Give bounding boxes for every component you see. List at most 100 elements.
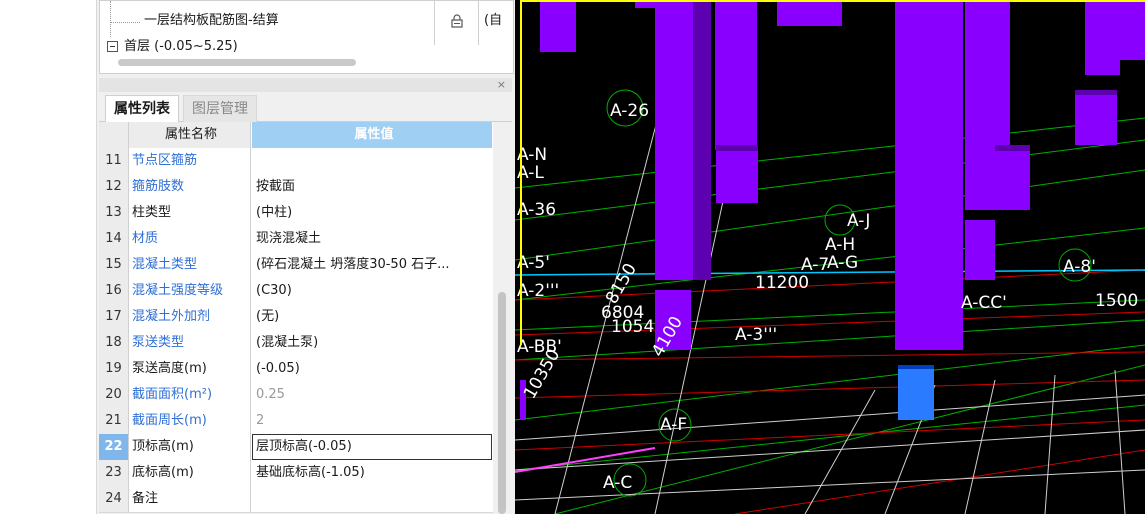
property-row[interactable]: 17 混凝土外加剂 (无)	[99, 304, 493, 331]
property-value: 0.25	[256, 387, 285, 402]
grid-label: A-H	[825, 235, 855, 255]
tab-layer-management[interactable]: 图层管理	[183, 95, 257, 122]
grid-labels: A-26 A-N A-L A-36 A-J A-H A-G A-7 A-5' A…	[517, 101, 1138, 493]
property-row[interactable]: 19 泵送高度(m) (-0.05)	[99, 356, 493, 383]
row-number: 12	[99, 174, 129, 200]
property-name: 截面面积(m²)	[129, 382, 251, 408]
property-value[interactable]: (混凝土泵)	[252, 330, 492, 356]
property-row[interactable]: 12 箍筋肢数 按截面	[99, 174, 493, 201]
row-number: 15	[99, 252, 129, 278]
table-header-row: 属性名称 属性值	[99, 122, 493, 149]
property-row[interactable]: 18 泵送类型 (混凝土泵)	[99, 330, 493, 357]
structural-columns	[520, 0, 1145, 420]
collapse-icon[interactable]	[107, 41, 118, 52]
property-row[interactable]: 22 顶标高(m) 层顶标高(-0.05)	[99, 434, 493, 461]
property-name: 材质	[129, 226, 251, 252]
grid-line-magenta	[515, 447, 656, 473]
lock-icon[interactable]	[450, 14, 464, 28]
tree-item-drawing[interactable]: 一层结构板配筋图-结算 (自	[100, 10, 513, 32]
left-blank-area	[0, 0, 96, 514]
cad-viewport[interactable]: A-26 A-N A-L A-36 A-J A-H A-G A-7 A-5' A…	[515, 0, 1145, 514]
row-number-header	[99, 122, 129, 148]
property-name: 柱类型	[129, 200, 251, 226]
viewport-frame-top	[520, 0, 1145, 2]
property-name: 底标高(m)	[129, 460, 251, 486]
horizontal-scrollbar[interactable]	[118, 59, 356, 66]
viewport-frame-left	[520, 0, 522, 345]
row-number: 18	[99, 330, 129, 356]
tree-item-floor[interactable]: 首层 (-0.05~5.25)	[100, 36, 513, 58]
row-number: 24	[99, 486, 129, 512]
property-name: 泵送高度(m)	[129, 356, 251, 382]
column-header-name: 属性名称	[129, 122, 251, 148]
grid-label: A-7	[801, 255, 829, 275]
grid-label: A-2'''	[517, 281, 559, 301]
scrollbar-thumb[interactable]	[498, 292, 506, 514]
row-number: 23	[99, 460, 129, 486]
row-number: 20	[99, 382, 129, 408]
property-value[interactable]: (中柱)	[252, 200, 492, 226]
dimension-label: 1054	[611, 317, 654, 337]
property-name: 备注	[129, 486, 251, 512]
property-name: 截面周长(m)	[129, 408, 251, 434]
grid-label: A-26	[610, 101, 649, 121]
property-name: 混凝土强度等级	[129, 278, 251, 304]
row-number: 16	[99, 278, 129, 304]
property-row[interactable]: 13 柱类型 (中柱)	[99, 200, 493, 227]
floor-tree[interactable]: 一层结构板配筋图-结算 (自 首层 (-0.05~5.25)	[99, 0, 514, 74]
property-row[interactable]: 11 节点区箍筋	[99, 148, 493, 175]
property-value[interactable]: 现浇混凝土	[252, 226, 492, 252]
property-name: 箍筋肢数	[129, 174, 251, 200]
row-number: 14	[99, 226, 129, 252]
property-value: 2	[256, 413, 265, 428]
row-number: 11	[99, 148, 129, 174]
grid-label: A-G	[827, 253, 858, 273]
grid-label: A-8'	[1063, 257, 1096, 277]
property-value[interactable]: 基础底标高(-1.05)	[252, 460, 492, 486]
grid-label: A-36	[517, 200, 556, 220]
vertical-scrollbar[interactable]	[496, 122, 508, 514]
left-panel: 一层结构板配筋图-结算 (自 首层 (-0.05~5.25) × 属性列表 图层…	[96, 0, 515, 514]
tab-property-list[interactable]: 属性列表	[105, 95, 179, 122]
row-number: 22	[99, 434, 129, 460]
property-value[interactable]: 层顶标高(-0.05)	[252, 434, 492, 460]
dimension-label: 1500	[1095, 291, 1138, 311]
property-row[interactable]: 24 备注	[99, 486, 493, 513]
property-value[interactable]: (无)	[252, 304, 492, 330]
row-number: 17	[99, 304, 129, 330]
close-icon[interactable]: ×	[497, 78, 506, 92]
grid-label: A-F	[660, 415, 687, 435]
grid-label: A-CC'	[961, 293, 1007, 313]
property-row[interactable]: 14 材质 现浇混凝土	[99, 226, 493, 253]
property-value[interactable]: (碎石混凝土 坍落度30-50 石子...	[252, 252, 492, 278]
dimension-label: 8150	[602, 260, 641, 307]
tree-item-status: (自	[484, 13, 503, 28]
property-row[interactable]: 20 截面面积(m²) 0.25	[99, 382, 493, 409]
property-value[interactable]	[252, 148, 492, 174]
property-value[interactable]: (C30)	[252, 278, 492, 304]
property-row[interactable]: 15 混凝土类型 (碎石混凝土 坍落度30-50 石子...	[99, 252, 493, 279]
panel-tabs: 属性列表 图层管理	[99, 92, 512, 122]
property-value[interactable]: 按截面	[252, 174, 492, 200]
property-row[interactable]: 23 底标高(m) 基础底标高(-1.05)	[99, 460, 493, 487]
property-value[interactable]: (-0.05)	[252, 356, 492, 382]
row-number: 21	[99, 408, 129, 434]
property-row[interactable]: 21 截面周长(m) 2	[99, 408, 493, 435]
dimension-label: 11200	[755, 273, 809, 293]
row-number: 19	[99, 356, 129, 382]
cad-drawing: A-26 A-N A-L A-36 A-J A-H A-G A-7 A-5' A…	[515, 0, 1145, 514]
property-row[interactable]: 16 混凝土强度等级 (C30)	[99, 278, 493, 305]
property-value[interactable]	[252, 486, 492, 512]
grid-label: A-J	[847, 211, 870, 231]
property-name: 混凝土类型	[129, 252, 251, 278]
property-name: 混凝土外加剂	[129, 304, 251, 330]
grid-label: A-C	[603, 473, 632, 493]
property-name: 顶标高(m)	[129, 434, 251, 460]
row-number: 13	[99, 200, 129, 226]
panel-header: ×	[99, 78, 512, 92]
tree-item-label: 一层结构板配筋图-结算	[144, 13, 279, 28]
column-header-value: 属性值	[252, 122, 492, 148]
tree-item-label: 首层 (-0.05~5.25)	[124, 39, 238, 54]
property-name: 泵送类型	[129, 330, 251, 356]
property-name: 节点区箍筋	[129, 148, 251, 174]
